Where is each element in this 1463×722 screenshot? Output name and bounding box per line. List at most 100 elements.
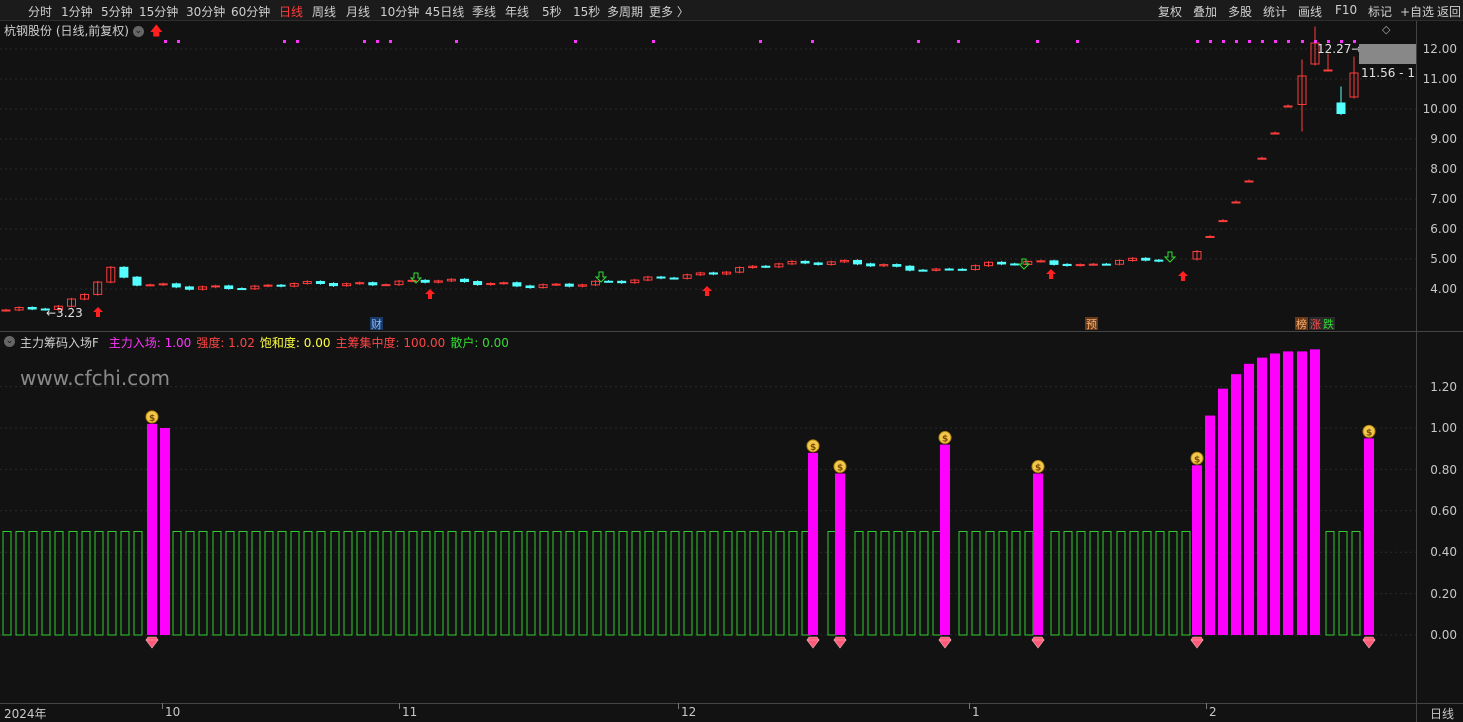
retail-bar [854, 531, 864, 636]
price-axis: 12.00 11.00 10.00 9.00 8.00 7.00 6.00 5.00 4.00 [1417, 21, 1463, 331]
price-tick: 7.00 [1430, 192, 1457, 206]
candle-body [1075, 264, 1085, 267]
period-tab[interactable]: 10分钟 [380, 3, 419, 20]
period-tab[interactable]: 30分钟 [186, 3, 225, 20]
money-bag-symbol: $ [837, 464, 843, 474]
retail-bar [120, 531, 130, 636]
period-tab[interactable]: 更多 〉 [649, 3, 689, 20]
candle-body [184, 286, 194, 290]
period-tab[interactable]: 5秒 [542, 3, 562, 20]
retail-bar [670, 531, 680, 636]
retail-bar [356, 531, 366, 636]
period-tab[interactable]: 15分钟 [139, 3, 178, 20]
date-axis-corner[interactable]: 日线 [1430, 705, 1454, 722]
panel-divider [0, 331, 1463, 332]
candle-body [918, 269, 928, 272]
indicator-chart[interactable]: $ $ $ $ $ $ $ [0, 333, 1416, 703]
retail-bar [775, 531, 785, 636]
candle-body [813, 262, 823, 265]
retail-bar [461, 531, 471, 636]
retail-bar [474, 531, 484, 636]
retail-bar [644, 531, 654, 636]
signal-dot [363, 40, 366, 43]
candle-body [1010, 263, 1020, 266]
period-tab[interactable]: 分时 [28, 3, 52, 20]
retail-bar [133, 531, 143, 636]
price-tick: 12.00 [1422, 42, 1457, 56]
date-tick [162, 703, 163, 709]
candle-body [27, 306, 37, 310]
retail-bar [985, 531, 995, 636]
retail-bar [185, 531, 195, 636]
candle-body [145, 284, 155, 287]
kline-panel[interactable]: 杭钢股份 (日线,前复权) ⌄ 🡅 ◇ 12.27→ ←3.23 11.56 - 1… [0, 21, 1416, 331]
kline-chart[interactable]: 12.27→ ←3.23 11.56 - 12 财 预 榜涨跌 [0, 21, 1416, 331]
candle-body [473, 281, 483, 286]
buy-arrow-icon [1046, 269, 1056, 279]
candle-body [604, 280, 614, 283]
candle-body [617, 280, 627, 284]
main-force-bar [1244, 363, 1254, 635]
period-tab[interactable]: 季线 [472, 3, 496, 20]
period-tab[interactable]: 45日线 [425, 3, 464, 20]
signal-dot [957, 40, 960, 43]
candle-body [420, 279, 430, 283]
retail-bar [565, 531, 575, 636]
tool-button[interactable]: 返回 [1437, 3, 1461, 20]
retail-bar [408, 531, 418, 636]
retail-bar [1181, 531, 1191, 636]
retail-bar [434, 531, 444, 636]
tool-button[interactable]: 统计 [1263, 3, 1287, 20]
date-label: 1 [972, 705, 980, 719]
retail-bar [343, 531, 353, 636]
signal-dot [1261, 40, 1264, 43]
retail-bar [1024, 531, 1034, 636]
date-label: 2 [1209, 705, 1217, 719]
candle-body [997, 261, 1007, 265]
main-force-bar [1310, 349, 1320, 635]
period-tab[interactable]: 60分钟 [231, 3, 270, 20]
retail-bar [212, 531, 222, 636]
signal-dot [1301, 40, 1304, 43]
date-tick [678, 703, 679, 709]
candle-body [1141, 257, 1151, 261]
tool-button[interactable]: 叠加 [1193, 3, 1217, 20]
indicator-tick: 1.20 [1430, 380, 1457, 394]
event-marker: 预 [1086, 318, 1097, 331]
candle-body [905, 265, 915, 271]
candle-body [1101, 263, 1111, 266]
retail-bar [762, 531, 772, 636]
sell-arrow-icon [1163, 251, 1177, 263]
tool-button[interactable]: 复权 [1158, 3, 1182, 20]
candle-body [1218, 220, 1228, 223]
period-tab[interactable]: 周线 [312, 3, 336, 20]
retail-bar [1338, 531, 1348, 636]
tool-button[interactable]: F10 [1335, 3, 1357, 17]
period-tab[interactable]: 1分钟 [61, 3, 93, 20]
candle-body [368, 282, 378, 286]
price-tick: 9.00 [1430, 132, 1457, 146]
period-tab[interactable]: 5分钟 [101, 3, 133, 20]
signal-dot [1196, 40, 1199, 43]
candle-body [1323, 69, 1333, 72]
tool-button[interactable]: 画线 [1298, 3, 1322, 20]
candle-body [119, 266, 129, 278]
retail-bar [1325, 531, 1335, 636]
retail-bar [1089, 531, 1099, 636]
retail-bar [723, 531, 733, 636]
retail-bar [880, 531, 890, 636]
period-tab[interactable]: 日线 [279, 3, 303, 20]
tool-button[interactable]: +自选 [1400, 3, 1434, 20]
period-tab[interactable]: 月线 [346, 3, 370, 20]
period-tab[interactable]: 多周期 [607, 3, 643, 20]
tool-button[interactable]: 标记 [1368, 3, 1392, 20]
indicator-panel[interactable]: ⌄ 主力筹码入场F 主力入场: 1.00 强度: 1.02 饱和度: 0.00 主筹集… [0, 333, 1416, 703]
period-tab[interactable]: 15秒 [573, 3, 600, 20]
retail-bar [513, 531, 523, 636]
tool-button[interactable]: 多股 [1228, 3, 1252, 20]
period-tab[interactable]: 年线 [505, 3, 529, 20]
candle-body [132, 276, 142, 286]
retail-bar [369, 531, 379, 636]
money-bag-symbol: $ [942, 435, 948, 445]
main-force-bar [1270, 353, 1280, 635]
